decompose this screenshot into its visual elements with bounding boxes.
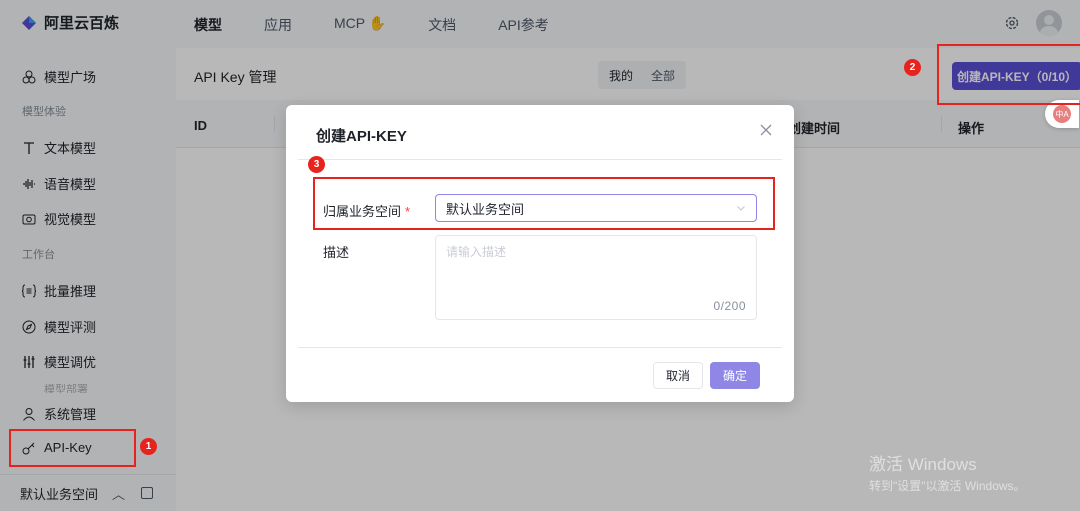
character-counter: 0/200: [713, 299, 746, 313]
step-badge-1: 1: [140, 438, 157, 455]
highlight-create-button: [937, 44, 1080, 105]
dialog-footer-divider: [298, 347, 782, 348]
highlight-api-key: [9, 429, 136, 467]
confirm-button[interactable]: 确定: [710, 362, 760, 389]
dialog-title: 创建API-KEY: [316, 128, 407, 145]
description-label: 描述: [323, 245, 350, 260]
cancel-button[interactable]: 取消: [653, 362, 703, 389]
create-api-key-dialog: 创建API-KEY 归属业务空间 * 默认业务空间 描述 请输入描述 0/200 …: [286, 105, 794, 402]
description-placeholder: 请输入描述: [446, 245, 507, 259]
description-textarea[interactable]: 请输入描述 0/200: [435, 235, 757, 320]
dialog-header-divider: [298, 159, 782, 160]
watermark-line2: 转到"设置"以激活 Windows。: [869, 479, 1026, 493]
watermark-line1: 激活 Windows: [869, 455, 977, 474]
highlight-workspace-field: [313, 177, 775, 230]
translate-icon: 中A: [1053, 105, 1071, 123]
windows-activation-watermark: 激活 Windows 转到"设置"以激活 Windows。: [869, 450, 1026, 494]
step-badge-2: 2: [904, 59, 921, 76]
close-icon[interactable]: [758, 122, 774, 138]
step-badge-3: 3: [308, 156, 325, 173]
